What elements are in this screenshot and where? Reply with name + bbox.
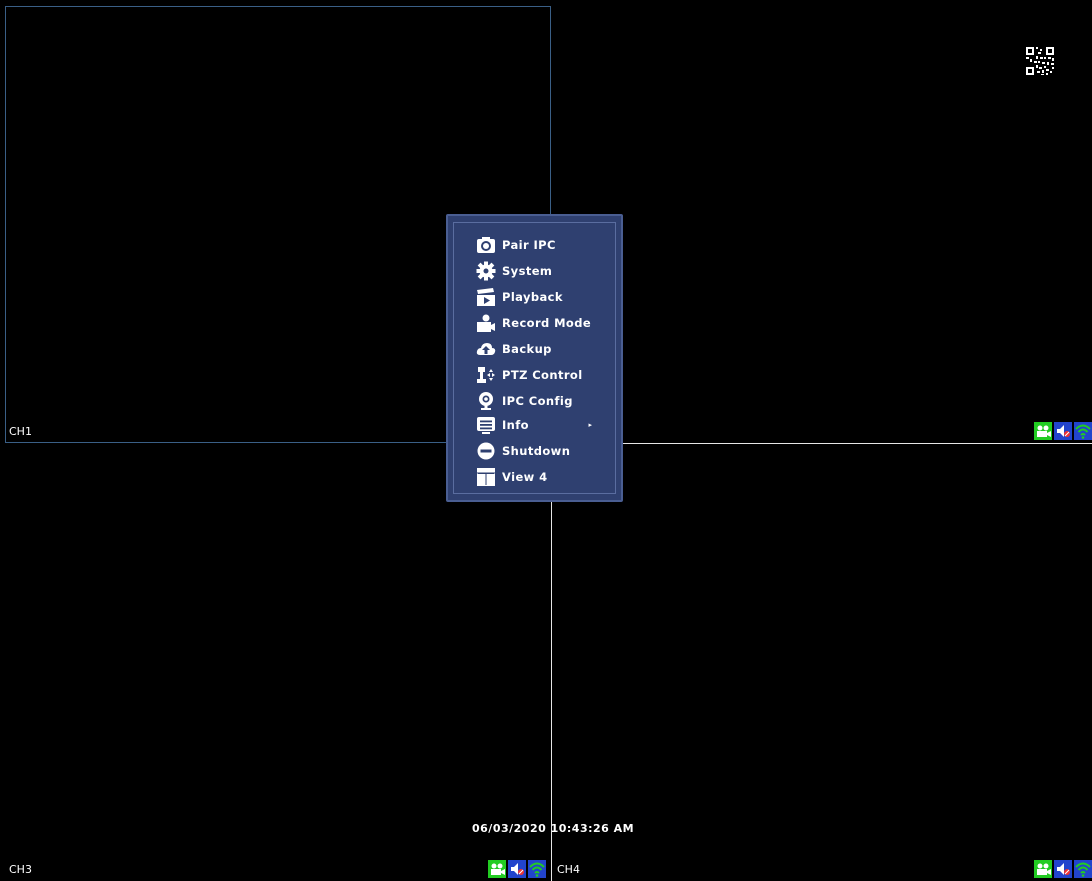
menu-item-label: Playback bbox=[502, 290, 563, 304]
menu-item-ipc-config[interactable]: IPC Config bbox=[476, 390, 616, 412]
menu-item-label: Backup bbox=[502, 342, 552, 356]
menu-item-label: Pair IPC bbox=[502, 238, 556, 252]
pane-divider-horizontal bbox=[552, 443, 1092, 444]
menu-item-label: Record Mode bbox=[502, 316, 592, 330]
record-icon bbox=[1034, 860, 1052, 878]
menu-item-label: View 4 bbox=[502, 470, 548, 484]
menu-item-label: PTZ Control bbox=[502, 368, 583, 382]
menu-item-record-mode[interactable]: Record Mode bbox=[476, 312, 616, 334]
camera-pane-ch2[interactable] bbox=[552, 6, 1092, 443]
camera-icon bbox=[477, 237, 495, 253]
mute-icon bbox=[508, 860, 526, 878]
dvr-screen: CH1 CH3 CH4 06/03/2020 10:43:26 AM Pair … bbox=[0, 0, 1092, 881]
menu-item-view-4[interactable]: View 4 bbox=[476, 466, 616, 488]
status-icons-ch4 bbox=[1034, 860, 1092, 878]
record-icon bbox=[488, 860, 506, 878]
menu-item-label: IPC Config bbox=[502, 394, 573, 408]
channel-label-ch4: CH4 bbox=[557, 863, 580, 876]
datetime-display: 06/03/2020 10:43:26 AM bbox=[472, 822, 635, 835]
menu-item-info[interactable]: Info ▸ bbox=[476, 414, 616, 436]
camera-pane-ch3[interactable] bbox=[5, 444, 551, 881]
channel-label-ch1: CH1 bbox=[9, 425, 32, 438]
video-camera-icon bbox=[477, 314, 495, 332]
mute-icon bbox=[1054, 860, 1072, 878]
pane-divider-vertical bbox=[551, 444, 552, 881]
ptz-icon bbox=[477, 367, 495, 383]
menu-item-label: Info bbox=[502, 418, 529, 432]
menu-item-system[interactable]: System bbox=[476, 260, 616, 282]
grid-view-icon bbox=[477, 468, 495, 486]
menu-item-label: Shutdown bbox=[502, 444, 571, 458]
menu-item-ptz-control[interactable]: PTZ Control bbox=[476, 364, 616, 386]
channel-label-ch3: CH3 bbox=[9, 863, 32, 876]
record-icon bbox=[1034, 422, 1052, 440]
clapperboard-icon bbox=[477, 288, 495, 306]
webcam-icon bbox=[479, 392, 493, 410]
wifi-signal-icon bbox=[1074, 860, 1092, 878]
menu-item-playback[interactable]: Playback bbox=[476, 286, 616, 308]
status-icons-ch3 bbox=[488, 860, 546, 878]
menu-item-backup[interactable]: Backup bbox=[476, 338, 616, 360]
wifi-signal-icon bbox=[528, 860, 546, 878]
mute-icon bbox=[1054, 422, 1072, 440]
context-menu: Pair IPC System Playback Record Mode Bac… bbox=[446, 214, 623, 502]
shutdown-icon bbox=[477, 442, 495, 460]
qr-code-icon bbox=[1024, 45, 1056, 77]
status-icons-ch2 bbox=[1034, 422, 1092, 440]
menu-item-pair-ipc[interactable]: Pair IPC bbox=[476, 234, 616, 256]
menu-item-label: System bbox=[502, 264, 553, 278]
wifi-signal-icon bbox=[1074, 422, 1092, 440]
info-list-icon bbox=[477, 417, 495, 434]
camera-pane-ch4[interactable] bbox=[552, 444, 1092, 881]
menu-item-shutdown[interactable]: Shutdown bbox=[476, 440, 616, 462]
cloud-upload-icon bbox=[476, 343, 496, 355]
submenu-arrow-icon: ▸ bbox=[588, 421, 592, 429]
gear-icon bbox=[476, 261, 496, 281]
